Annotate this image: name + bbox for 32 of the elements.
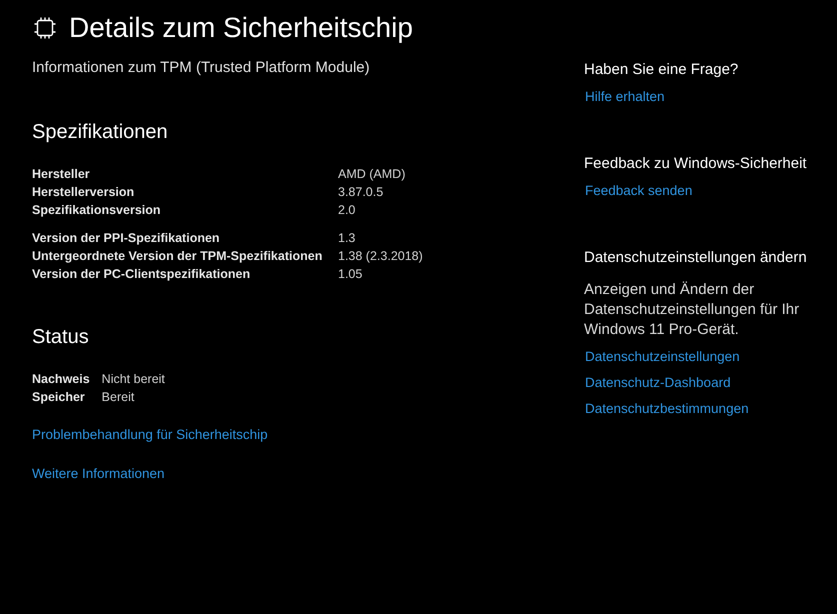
- link[interactable]: Datenschutzeinstellungen: [585, 347, 740, 367]
- section-heading: Status: [32, 325, 90, 350]
- section-heading: Spezifikationen: [32, 120, 169, 145]
- status-label: Nachweis: [32, 372, 90, 386]
- spec-value: 2.0: [338, 203, 356, 217]
- spec-value: 1.05: [338, 267, 362, 281]
- link[interactable]: Datenschutzbestimmungen: [585, 399, 749, 419]
- spec-label: Spezifikationsversion: [32, 203, 161, 217]
- link[interactable]: Hilfe erhalten: [585, 87, 665, 107]
- spec-label: Untergeordnete Version der TPM-Spezifikationen: [32, 249, 322, 263]
- spec-label: Hersteller: [32, 167, 90, 181]
- link[interactable]: Problembehandlung für Sicherheitschip: [32, 425, 268, 445]
- status-label: Speicher: [32, 390, 85, 404]
- section-heading: Feedback zu Windows-Sicherheit: [584, 154, 808, 174]
- link[interactable]: Weitere Informationen: [32, 464, 165, 484]
- spec-value: 3.87.0.5: [338, 185, 384, 199]
- spec-value: 1.3: [338, 231, 356, 245]
- page-subtitle: Informationen zum TPM (Trusted Platform Module): [32, 58, 371, 78]
- section-heading: Datenschutzeinstellungen ändern: [584, 248, 808, 268]
- status-value: Nicht bereit: [102, 372, 165, 386]
- section-heading: Haben Sie eine Frage?: [584, 60, 740, 80]
- status-value: Bereit: [102, 390, 134, 404]
- link[interactable]: Datenschutz-Dashboard: [585, 373, 731, 393]
- page-title: Details zum Sicherheitschip: [69, 11, 413, 45]
- spec-label: Herstellerversion: [32, 185, 134, 199]
- chip-icon: [34, 17, 56, 39]
- section-description: Anzeigen und Ändern der Datenschutzeinstellungen für Ihr Windows 11 Pro-Gerät.: [584, 280, 800, 340]
- spec-value: 1.38 (2.3.2018): [338, 249, 423, 263]
- spec-label: Version der PC-Clientspezifikationen: [32, 267, 250, 281]
- spec-label: Version der PPI-Spezifikationen: [32, 231, 220, 245]
- link[interactable]: Feedback senden: [585, 181, 692, 201]
- spec-value: AMD (AMD): [338, 167, 406, 181]
